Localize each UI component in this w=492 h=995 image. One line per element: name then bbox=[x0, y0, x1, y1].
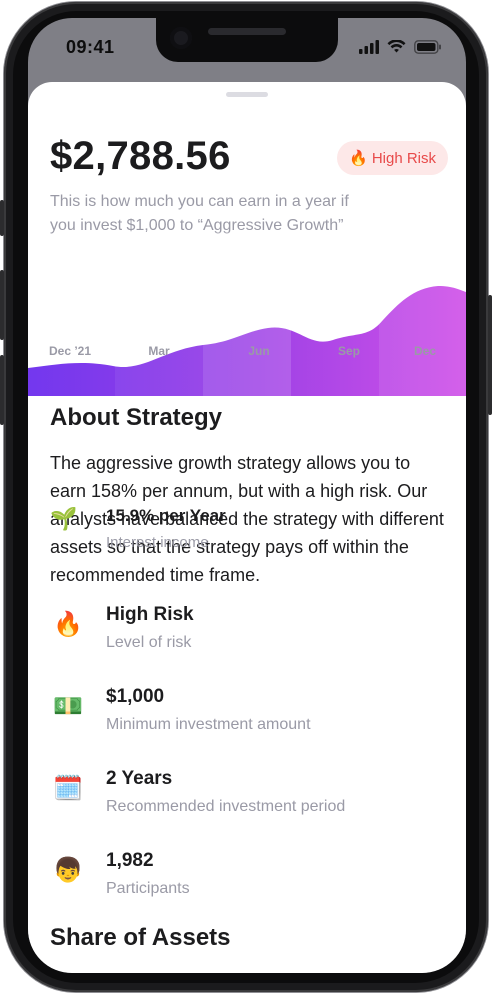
wifi-icon bbox=[387, 40, 406, 53]
power-button bbox=[488, 295, 492, 415]
fire-icon: 🔥 bbox=[53, 610, 83, 638]
fire-icon: 🔥 bbox=[349, 150, 368, 167]
x-label-dec21: Dec ’21 bbox=[48, 344, 92, 358]
camera bbox=[170, 27, 192, 49]
stat-risk: 🔥 High Risk Level of risk bbox=[50, 604, 450, 664]
x-label-sep: Sep bbox=[337, 344, 361, 358]
volume-down-button bbox=[0, 355, 4, 425]
chart-column-4 bbox=[379, 232, 466, 396]
sprout-icon: 🌱 bbox=[50, 506, 78, 531]
silent-switch bbox=[0, 200, 4, 236]
person-icon: 👦 bbox=[53, 856, 83, 884]
stat-minimum: 💵 $1,000 Minimum investment amount bbox=[50, 686, 450, 746]
x-label-mar: Mar bbox=[148, 344, 170, 358]
chart-column-1 bbox=[115, 232, 203, 396]
volume-up-button bbox=[0, 270, 4, 340]
status-time: 09:41 bbox=[66, 37, 115, 57]
chart-column-2 bbox=[203, 232, 291, 396]
earnings-amount: $2,788.56 bbox=[50, 134, 231, 178]
risk-badge: 🔥 High Risk bbox=[337, 141, 448, 175]
signal-icon bbox=[359, 40, 379, 54]
stat-period-title: 2 Years bbox=[106, 768, 173, 789]
stat-participants-subtitle: Participants bbox=[106, 880, 190, 897]
about-title: About Strategy bbox=[50, 404, 223, 431]
battery-icon bbox=[414, 40, 441, 54]
x-label-jun: Jun bbox=[248, 344, 270, 358]
stat-minimum-subtitle: Minimum investment amount bbox=[106, 716, 311, 733]
speaker bbox=[208, 28, 286, 35]
strategy-sheet[interactable]: $2,788.56 🔥 High Risk This is how much y… bbox=[28, 82, 466, 973]
calendar-icon: 🗓️ bbox=[53, 774, 83, 802]
x-label-dec: Dec bbox=[413, 344, 437, 358]
status-icons bbox=[359, 40, 442, 54]
notch bbox=[156, 18, 338, 62]
stat-period: 🗓️ 2 Years Recommended investment period bbox=[50, 768, 450, 828]
stat-minimum-title: $1,000 bbox=[106, 686, 165, 707]
stat-period-subtitle: Recommended investment period bbox=[106, 798, 346, 815]
screen: 09:41 $2,788.56 🔥 High Risk This is how … bbox=[28, 18, 466, 973]
interest-row-overlay: 🌱 15.9% per Year Interest income bbox=[50, 506, 450, 556]
drag-handle[interactable] bbox=[226, 92, 268, 97]
growth-chart bbox=[28, 232, 466, 396]
risk-badge-label: High Risk bbox=[371, 149, 436, 167]
stat-participants-title: 1,982 bbox=[106, 850, 154, 871]
assets-title: Share of Assets bbox=[50, 924, 231, 951]
interest-title: 15.9% per Year bbox=[106, 506, 226, 525]
stat-risk-title: High Risk bbox=[106, 604, 194, 625]
interest-subtitle: Interest income bbox=[106, 534, 209, 551]
money-bill-icon: 💵 bbox=[53, 692, 83, 720]
stat-risk-subtitle: Level of risk bbox=[106, 634, 192, 651]
earnings-description: This is how much you can earn in a year … bbox=[50, 193, 349, 234]
chart-column-3 bbox=[291, 232, 379, 396]
stat-participants: 👦 1,982 Participants bbox=[50, 850, 450, 910]
